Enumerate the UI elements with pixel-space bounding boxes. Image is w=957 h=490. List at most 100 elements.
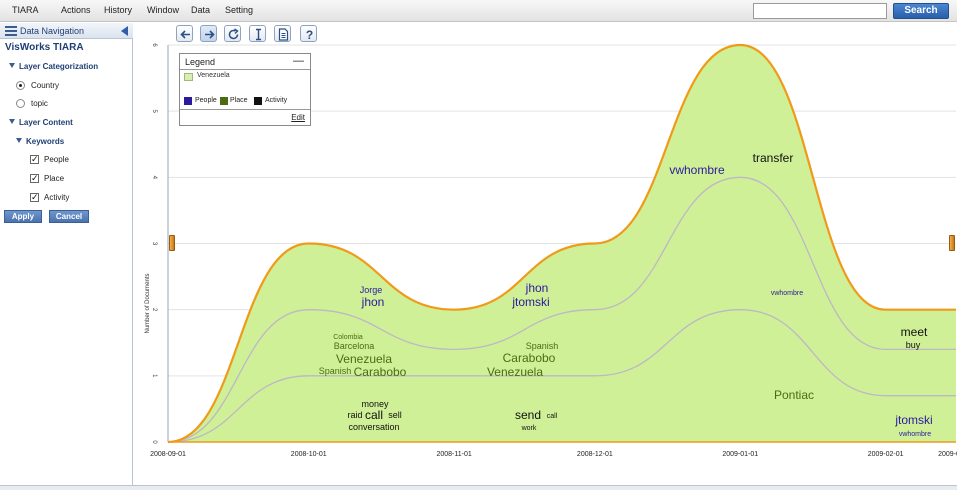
keyword-place[interactable]: Spanish <box>526 341 559 351</box>
legend-place-label: Place <box>230 97 248 104</box>
y-tick-label: 5 <box>151 109 157 113</box>
keyword-people[interactable]: jhon <box>525 281 549 295</box>
legend-activity-swatch <box>254 97 262 105</box>
legend-activity-label: Activity <box>265 97 288 104</box>
expand-triangle-icon <box>16 138 22 143</box>
search-input[interactable] <box>753 3 887 19</box>
search-button[interactable]: Search <box>893 3 949 19</box>
collapse-panel-icon[interactable] <box>121 26 128 36</box>
cancel-button[interactable]: Cancel <box>49 210 89 223</box>
legend-panel: Legend — Venezuela People Place Activity… <box>179 53 311 126</box>
keyword-people[interactable]: jtomski <box>511 295 549 309</box>
keyword-people[interactable]: jhon <box>361 295 385 309</box>
keyword-activity[interactable]: transfer <box>753 151 794 165</box>
x-tick-label: 2008-10-01 <box>291 451 327 458</box>
refresh-button[interactable] <box>224 25 241 42</box>
keyword-activity[interactable]: sell <box>388 410 402 420</box>
help-button[interactable]: ? <box>300 25 317 42</box>
y-axis-label: Number of Documents <box>145 273 151 333</box>
text-cursor-icon <box>256 28 261 41</box>
divider <box>180 69 310 70</box>
keyword-activity[interactable]: send <box>515 408 541 422</box>
y-tick-label: 0 <box>151 440 157 444</box>
back-button[interactable] <box>176 25 193 42</box>
keyword-activity[interactable]: buy <box>906 340 921 350</box>
menu-icon <box>5 26 17 36</box>
keyword-activity[interactable]: conversation <box>348 422 399 432</box>
menu-history[interactable]: History <box>104 5 132 15</box>
keyword-activity[interactable]: call <box>365 408 383 422</box>
keyword-place[interactable]: Carabobo <box>503 351 556 365</box>
radio-topic[interactable] <box>16 99 25 108</box>
back-arrow-icon <box>180 30 190 39</box>
checkbox-activity[interactable]: ✓ <box>30 193 39 202</box>
help-icon: ? <box>306 28 313 41</box>
keyword-people[interactable]: vwhombre <box>771 290 803 297</box>
section-label: Layer Categorization <box>19 62 99 71</box>
keyword-people[interactable]: vwhombre <box>669 163 725 177</box>
document-button[interactable] <box>274 25 291 42</box>
option-topic-label: topic <box>31 99 48 108</box>
keyword-place[interactable]: Spanish <box>319 366 352 376</box>
y-tick-label: 6 <box>151 43 157 47</box>
x-tick-label: 2008-12-01 <box>577 451 613 458</box>
panel-title: Data Navigation <box>20 26 85 36</box>
keyword-people[interactable]: Jorge <box>360 285 383 295</box>
layer-categorization-header[interactable]: Layer Categorization <box>9 62 98 71</box>
keyword-place[interactable]: Colombia <box>333 334 363 341</box>
keyword-place[interactable]: Venezuela <box>487 365 543 379</box>
keywords-header[interactable]: Keywords <box>16 137 64 146</box>
keyword-place[interactable]: Venezuela <box>336 352 392 366</box>
menu-window[interactable]: Window <box>147 5 179 15</box>
section-label: Layer Content <box>19 118 73 127</box>
option-country-label: Country <box>31 81 60 90</box>
menu-tiara[interactable]: TIARA <box>12 5 39 15</box>
keyword-activity[interactable]: work <box>521 425 537 432</box>
apply-button[interactable]: Apply <box>4 210 42 223</box>
keyword-activity[interactable]: raid <box>347 410 362 420</box>
x-tick-label: 2009-01-01 <box>722 451 758 458</box>
keyword-people-label: People <box>44 155 69 164</box>
radio-country[interactable] <box>16 81 25 90</box>
x-tick-label: 2008-11-01 <box>436 451 471 458</box>
text-select-button[interactable] <box>249 25 266 42</box>
legend-layer-label: Venezuela <box>197 72 230 79</box>
divider <box>180 109 310 110</box>
checkbox-place[interactable]: ✓ <box>30 174 39 183</box>
y-tick-label: 2 <box>151 308 157 312</box>
main-view: 0 1 2 3 4 5 6 Number of Documents 2008-09-01 2008… <box>134 23 957 485</box>
y-tick-label: 1 <box>151 374 157 378</box>
legend-title: Legend <box>185 57 216 67</box>
x-tick-label: 2008-09-01 <box>150 451 186 458</box>
menu-setting[interactable]: Setting <box>225 5 253 15</box>
expand-triangle-icon <box>9 63 15 68</box>
svg-text:?: ? <box>306 28 313 41</box>
keyword-place[interactable]: Barcelona <box>334 341 375 351</box>
checkbox-people[interactable]: ✓ <box>30 155 39 164</box>
legend-edit-link[interactable]: Edit <box>291 113 305 122</box>
menu-data[interactable]: Data <box>191 5 210 15</box>
expand-triangle-icon <box>9 119 15 124</box>
panel-header: Data Navigation <box>0 23 133 39</box>
legend-place-swatch <box>220 97 228 105</box>
section-label: Keywords <box>26 137 65 146</box>
document-icon <box>278 28 289 41</box>
legend-people-label: People <box>195 97 217 104</box>
forward-button[interactable] <box>200 25 217 42</box>
refresh-icon <box>228 28 239 40</box>
keyword-place[interactable]: Carabobo <box>354 365 407 379</box>
keyword-people[interactable]: jtomski <box>894 413 932 427</box>
range-start-handle[interactable] <box>169 235 175 251</box>
layer-content-header[interactable]: Layer Content <box>9 118 73 127</box>
keyword-activity[interactable]: call <box>547 413 558 420</box>
minimize-icon[interactable]: — <box>293 55 304 67</box>
menu-actions[interactable]: Actions <box>61 5 91 15</box>
range-end-handle[interactable] <box>949 235 955 251</box>
keyword-activity-label: Activity <box>44 193 70 202</box>
data-navigation-panel: Data Navigation VisWorks TIARA Layer Cat… <box>0 23 133 485</box>
x-tick-label: 2009-02-01 <box>868 451 904 458</box>
keyword-activity[interactable]: meet <box>901 325 928 339</box>
x-tick-label: 2009-02-16 <box>938 451 957 458</box>
keyword-people[interactable]: vwhombre <box>899 431 931 438</box>
keyword-place[interactable]: Pontiac <box>774 388 814 402</box>
